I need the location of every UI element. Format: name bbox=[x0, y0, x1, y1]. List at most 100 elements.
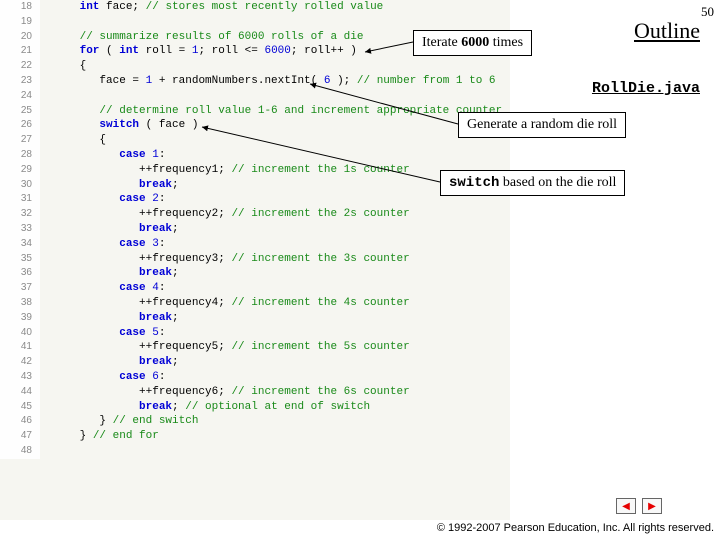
code-line: 47 } // end for bbox=[0, 429, 510, 444]
code-content: for ( int roll = 1; roll <= 6000; roll++… bbox=[40, 44, 357, 59]
code-line: 23 face = 1 + randomNumbers.nextInt( 6 )… bbox=[0, 74, 510, 89]
callout-switch: switch based on the die roll bbox=[440, 170, 625, 196]
code-content: break; bbox=[40, 178, 179, 193]
callout-text: times bbox=[489, 35, 523, 50]
code-line: 46 } // end switch bbox=[0, 414, 510, 429]
outline-link[interactable]: Outline bbox=[634, 18, 700, 44]
line-number: 48 bbox=[0, 444, 40, 459]
code-content: case 2: bbox=[40, 192, 165, 207]
code-content: case 5: bbox=[40, 326, 165, 341]
code-content: ++frequency5; // increment the 5s counte… bbox=[40, 340, 410, 355]
code-content: { bbox=[40, 133, 106, 148]
code-line: 18 int face; // stores most recently rol… bbox=[0, 0, 510, 15]
code-line: 44 ++frequency6; // increment the 6s cou… bbox=[0, 385, 510, 400]
code-content: face = 1 + randomNumbers.nextInt( 6 ); /… bbox=[40, 74, 496, 89]
line-number: 22 bbox=[0, 59, 40, 74]
line-number: 30 bbox=[0, 178, 40, 193]
line-number: 36 bbox=[0, 266, 40, 281]
code-content: // summarize results of 6000 rolls of a … bbox=[40, 30, 363, 45]
line-number: 26 bbox=[0, 118, 40, 133]
next-button[interactable]: ▶ bbox=[642, 498, 662, 514]
line-number: 21 bbox=[0, 44, 40, 59]
code-line: 22 { bbox=[0, 59, 510, 74]
code-line: 33 break; bbox=[0, 222, 510, 237]
code-content: ++frequency2; // increment the 2s counte… bbox=[40, 207, 410, 222]
line-number: 19 bbox=[0, 15, 40, 30]
code-line: 25 // determine roll value 1-6 and incre… bbox=[0, 104, 510, 119]
code-line: 30 break; bbox=[0, 178, 510, 193]
line-number: 27 bbox=[0, 133, 40, 148]
code-content: case 1: bbox=[40, 148, 165, 163]
line-number: 28 bbox=[0, 148, 40, 163]
code-line: 48 bbox=[0, 444, 510, 459]
code-content: { bbox=[40, 59, 86, 74]
line-number: 47 bbox=[0, 429, 40, 444]
code-line: 37 case 4: bbox=[0, 281, 510, 296]
callout-text: Iterate bbox=[422, 35, 461, 50]
line-number: 46 bbox=[0, 414, 40, 429]
line-number: 38 bbox=[0, 296, 40, 311]
callout-random: Generate a random die roll bbox=[458, 112, 626, 138]
code-line: 31 case 2: bbox=[0, 192, 510, 207]
code-content: case 6: bbox=[40, 370, 165, 385]
triangle-right-icon: ▶ bbox=[648, 501, 656, 512]
code-content: break; bbox=[40, 222, 179, 237]
code-content: ++frequency4; // increment the 4s counte… bbox=[40, 296, 410, 311]
code-line: 42 break; bbox=[0, 355, 510, 370]
code-line: 39 break; bbox=[0, 311, 510, 326]
code-content: } // end for bbox=[40, 429, 159, 444]
line-number: 24 bbox=[0, 89, 40, 104]
footer-copyright: © 1992-2007 Pearson Education, Inc. All … bbox=[437, 522, 714, 534]
code-line: 40 case 5: bbox=[0, 326, 510, 341]
code-line: 27 { bbox=[0, 133, 510, 148]
callout-bold: 6000 bbox=[461, 35, 489, 50]
code-line: 19 bbox=[0, 15, 510, 30]
code-line: 41 ++frequency5; // increment the 5s cou… bbox=[0, 340, 510, 355]
code-line: 34 case 3: bbox=[0, 237, 510, 252]
triangle-left-icon: ◀ bbox=[622, 501, 630, 512]
callout-iterate: Iterate 6000 times bbox=[413, 30, 532, 56]
callout-code: switch bbox=[449, 175, 499, 191]
code-content: case 4: bbox=[40, 281, 165, 296]
line-number: 37 bbox=[0, 281, 40, 296]
code-content: switch ( face ) bbox=[40, 118, 198, 133]
callout-text: based on the die roll bbox=[499, 175, 616, 190]
file-name: RollDie.java bbox=[592, 80, 700, 97]
code-content: break; bbox=[40, 355, 179, 370]
line-number: 33 bbox=[0, 222, 40, 237]
code-content: break; // optional at end of switch bbox=[40, 400, 370, 415]
line-number: 31 bbox=[0, 192, 40, 207]
nav-buttons: ◀ ▶ bbox=[616, 498, 662, 514]
line-number: 40 bbox=[0, 326, 40, 341]
line-number: 20 bbox=[0, 30, 40, 45]
code-content: break; bbox=[40, 266, 179, 281]
code-content: } // end switch bbox=[40, 414, 198, 429]
code-content: int face; // stores most recently rolled… bbox=[40, 0, 383, 15]
code-line: 29 ++frequency1; // increment the 1s cou… bbox=[0, 163, 510, 178]
code-line: 36 break; bbox=[0, 266, 510, 281]
code-line: 28 case 1: bbox=[0, 148, 510, 163]
line-number: 25 bbox=[0, 104, 40, 119]
line-number: 42 bbox=[0, 355, 40, 370]
code-line: 43 case 6: bbox=[0, 370, 510, 385]
code-content: // determine roll value 1-6 and incremen… bbox=[40, 104, 502, 119]
code-content: break; bbox=[40, 311, 179, 326]
line-number: 35 bbox=[0, 252, 40, 267]
line-number: 32 bbox=[0, 207, 40, 222]
line-number: 34 bbox=[0, 237, 40, 252]
code-line: 26 switch ( face ) bbox=[0, 118, 510, 133]
code-content: ++frequency6; // increment the 6s counte… bbox=[40, 385, 410, 400]
line-number: 45 bbox=[0, 400, 40, 415]
line-number: 41 bbox=[0, 340, 40, 355]
page-number: 50 bbox=[701, 4, 714, 20]
code-line: 38 ++frequency4; // increment the 4s cou… bbox=[0, 296, 510, 311]
prev-button[interactable]: ◀ bbox=[616, 498, 636, 514]
line-number: 44 bbox=[0, 385, 40, 400]
code-line: 24 bbox=[0, 89, 510, 104]
line-number: 18 bbox=[0, 0, 40, 15]
code-content: ++frequency3; // increment the 3s counte… bbox=[40, 252, 410, 267]
line-number: 43 bbox=[0, 370, 40, 385]
line-number: 39 bbox=[0, 311, 40, 326]
code-content: ++frequency1; // increment the 1s counte… bbox=[40, 163, 410, 178]
code-line: 35 ++frequency3; // increment the 3s cou… bbox=[0, 252, 510, 267]
